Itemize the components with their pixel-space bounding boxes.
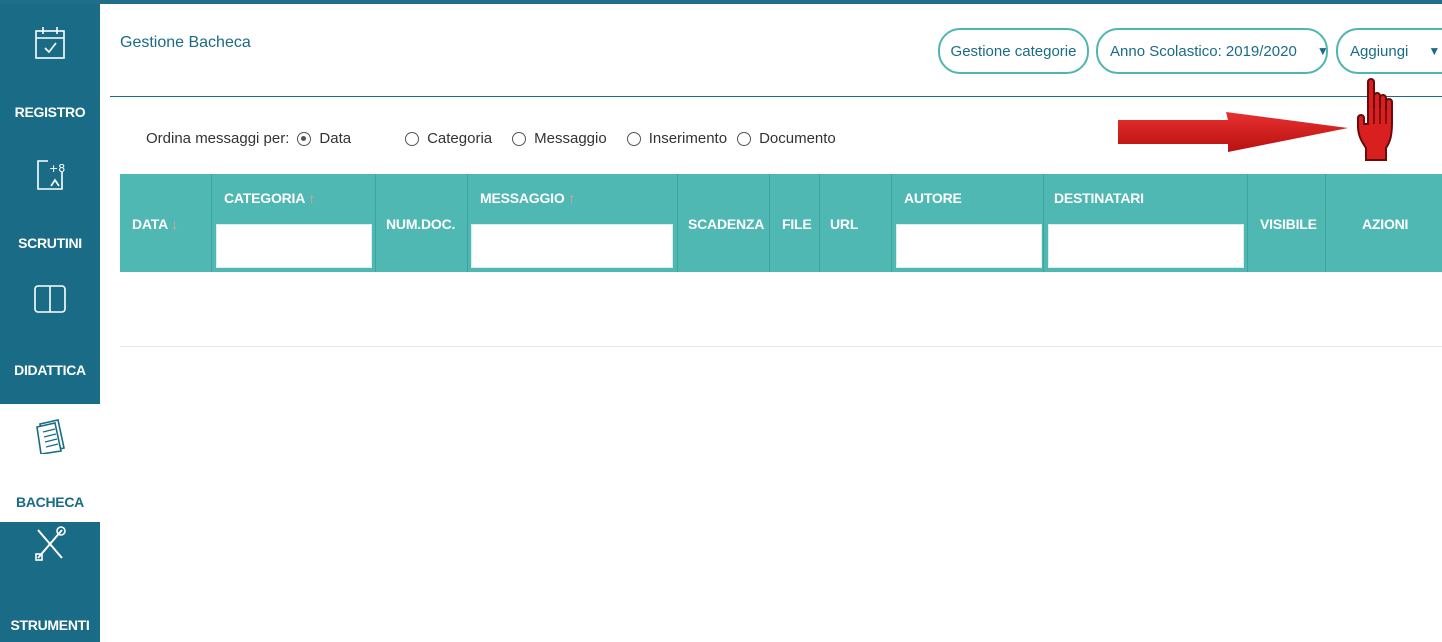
radio-icon <box>737 131 752 146</box>
sidebar-item-label: SCRUTINI <box>18 235 82 251</box>
calendar-check-icon <box>34 26 66 60</box>
destinatari-filter-input[interactable] <box>1048 224 1244 268</box>
sort-label: Ordina messaggi per: <box>146 130 290 147</box>
header-divider <box>110 96 1442 97</box>
column-messaggio[interactable]: MESSAGGIO ↑ <box>468 174 678 272</box>
svg-text:+8: +8 <box>49 162 65 175</box>
column-label: FILE <box>782 216 812 232</box>
sidebar-item-strumenti[interactable]: STRUMENTI <box>0 522 100 642</box>
sidebar-item-label: BACHECA <box>16 494 84 510</box>
aggiungi-label: Aggiungi <box>1350 42 1409 60</box>
column-label: CATEGORIA <box>224 190 305 206</box>
column-visibile[interactable]: VISIBILE <box>1248 174 1326 272</box>
sidebar-item-label: STRUMENTI <box>10 617 90 633</box>
red-arrow-icon <box>1118 110 1348 165</box>
plus-eight-icon: +8 <box>34 158 66 192</box>
sort-options: Ordina messaggi per: Data Categoria Mess… <box>146 130 856 147</box>
sort-up-icon: ↑ <box>308 190 316 206</box>
messaggio-filter-input[interactable] <box>471 224 673 268</box>
tools-icon <box>34 526 66 561</box>
column-url[interactable]: URL <box>820 174 892 272</box>
sort-radio-inserimento[interactable]: Inserimento <box>626 130 728 147</box>
autore-filter-input[interactable] <box>896 224 1042 268</box>
anno-scolastico-select[interactable]: Anno Scolastico: 2019/2020 ▼ <box>1096 28 1329 74</box>
sidebar-item-scrutini[interactable]: +8 SCRUTINI <box>0 144 100 264</box>
column-numdoc[interactable]: NUM.DOC. <box>376 174 468 272</box>
radio-icon <box>512 131 527 146</box>
notepad-icon <box>34 418 66 455</box>
radio-icon <box>626 131 641 146</box>
radio-label: Documento <box>759 130 836 147</box>
column-label: DATA <box>132 216 168 232</box>
radio-selected-icon <box>297 131 312 146</box>
column-label: AZIONI <box>1362 216 1409 232</box>
column-categoria[interactable]: CATEGORIA ↑ <box>212 174 376 272</box>
column-file[interactable]: FILE <box>770 174 820 272</box>
sidebar-item-registro[interactable]: REGISTRO <box>0 4 100 134</box>
aggiungi-button[interactable]: Aggiungi ▼ <box>1336 28 1442 74</box>
column-autore[interactable]: AUTORE <box>892 174 1044 272</box>
sort-radio-data[interactable]: Data <box>297 130 351 147</box>
sidebar-item-didattica[interactable]: DIDATTICA <box>0 274 100 394</box>
column-label: VISIBILE <box>1260 216 1317 232</box>
anno-scolastico-label: Anno Scolastico: 2019/2020 <box>1110 42 1297 60</box>
sidebar-item-label: REGISTRO <box>14 104 86 120</box>
hand-pointer-icon <box>1356 78 1404 169</box>
chevron-down-icon: ▼ <box>1316 44 1329 58</box>
column-label: URL <box>830 216 859 232</box>
radio-label: Data <box>319 130 352 147</box>
sort-radio-documento[interactable]: Documento <box>737 130 836 147</box>
column-label: DESTINATARI <box>1054 190 1144 206</box>
column-azioni: AZIONI <box>1326 174 1442 272</box>
sort-up-icon: ↑ <box>568 190 576 206</box>
categoria-filter-input[interactable] <box>216 224 372 268</box>
gestione-categorie-button[interactable]: Gestione categorie <box>938 28 1089 74</box>
book-icon <box>34 282 66 316</box>
radio-icon <box>405 131 420 146</box>
top-border <box>0 0 1442 4</box>
sidebar-item-label: DIDATTICA <box>14 362 86 378</box>
column-data[interactable]: DATA ↓ <box>120 174 212 272</box>
sort-down-icon: ↓ <box>171 216 179 232</box>
radio-label: Categoria <box>427 130 493 147</box>
sort-radio-categoria[interactable]: Categoria <box>405 130 492 147</box>
column-label: NUM.DOC. <box>386 216 456 232</box>
empty-table-row <box>120 346 1442 347</box>
sidebar-item-bacheca[interactable]: BACHECA <box>0 404 100 522</box>
radio-label: Messaggio <box>534 130 607 147</box>
gestione-categorie-label: Gestione categorie <box>950 42 1077 60</box>
sort-radio-messaggio[interactable]: Messaggio <box>512 130 607 147</box>
column-label: AUTORE <box>904 190 962 206</box>
radio-label: Inserimento <box>648 130 728 147</box>
column-label: MESSAGGIO <box>480 190 565 206</box>
column-scadenza[interactable]: SCADENZA <box>678 174 770 272</box>
table-header: DATA ↓ CATEGORIA ↑ NUM.DOC. MESSAGGIO ↑ … <box>120 174 1442 272</box>
chevron-down-icon[interactable]: ▼ <box>1428 44 1440 58</box>
page-title: Gestione Bacheca <box>120 34 251 51</box>
column-destinatari[interactable]: DESTINATARI <box>1044 174 1248 272</box>
sidebar: REGISTRO +8 SCRUTINI DIDATTICA BACHECA S… <box>0 4 100 642</box>
column-label: SCADENZA <box>688 216 765 232</box>
